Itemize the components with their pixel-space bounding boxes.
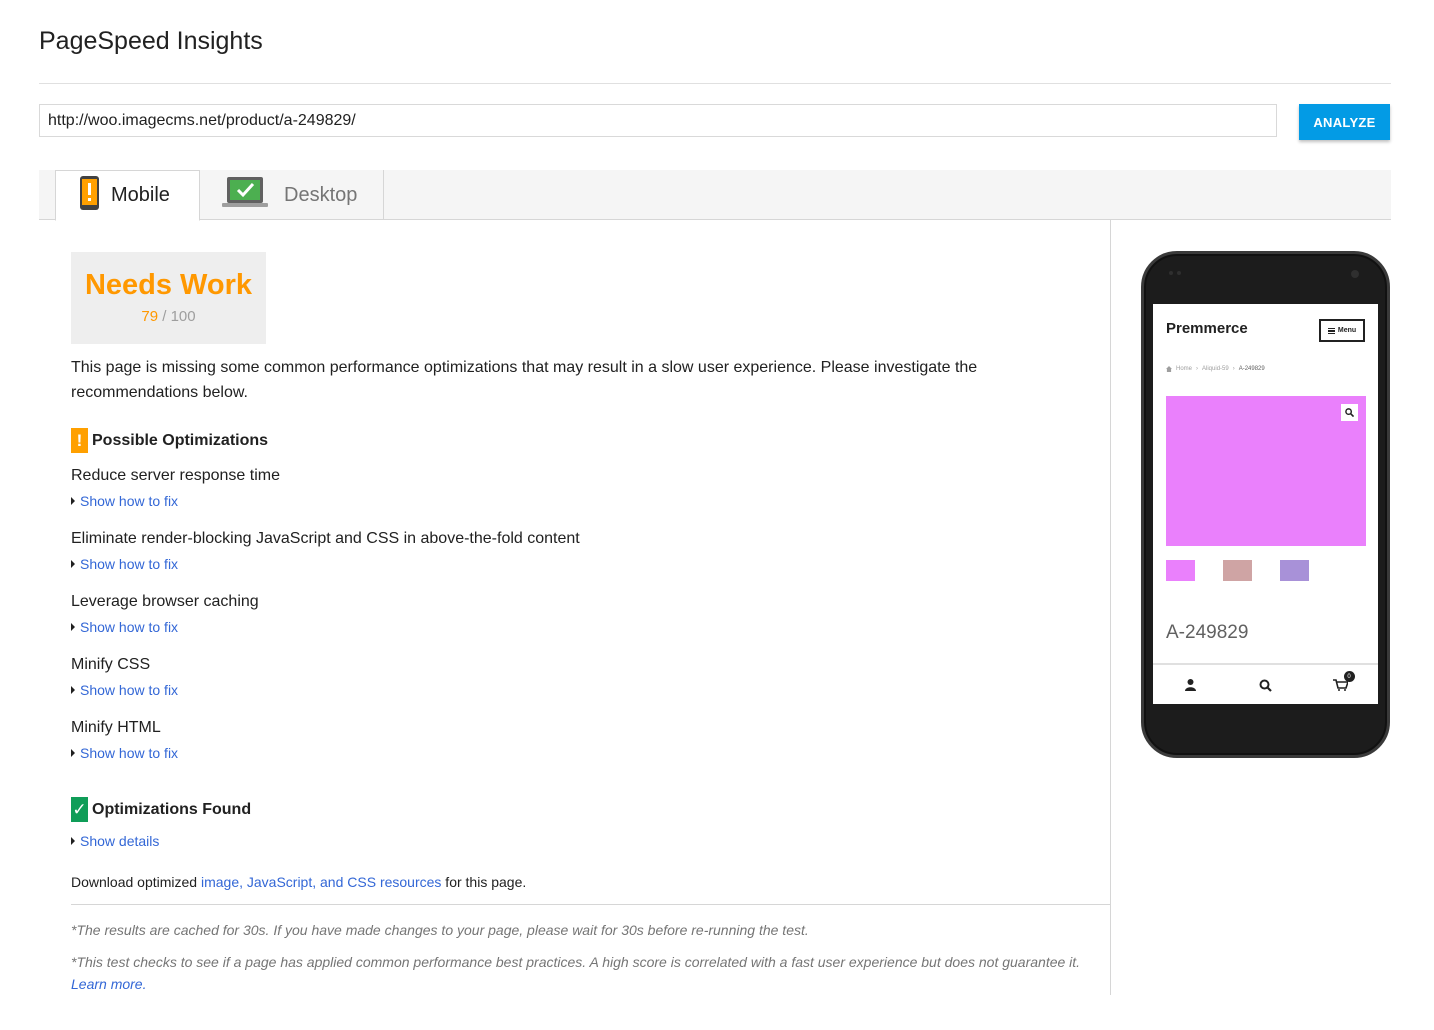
mobile-preview-phone: Premmerce Menu Home › Aliquid-59 › A-24982… <box>1141 251 1390 758</box>
score-value-line: 79 / 100 <box>71 308 266 325</box>
search-icon <box>1256 675 1276 695</box>
score-label: Needs Work <box>84 269 253 301</box>
rule-item: Minify HTML Show how to fix <box>71 719 178 761</box>
preview-thumbnail <box>1166 560 1195 581</box>
show-details-link[interactable]: Show details <box>71 833 159 849</box>
tab-desktop-label: Desktop <box>284 183 358 206</box>
preview-screen: Premmerce Menu Home › Aliquid-59 › A-24982… <box>1153 304 1378 704</box>
show-how-to-fix-link[interactable]: Show how to fix <box>71 556 580 572</box>
preview-divider <box>1153 663 1378 665</box>
check-icon: ✓ <box>71 797 88 822</box>
learn-more-link[interactable]: Learn more. <box>71 976 146 992</box>
show-how-to-fix-link[interactable]: Show how to fix <box>71 682 178 698</box>
home-icon <box>1166 366 1172 372</box>
laptop-check-icon <box>222 176 268 214</box>
optimizations-found-header: ✓ Optimizations Found <box>71 797 251 822</box>
cache-note: *The results are cached for 30s. If you … <box>71 922 809 938</box>
rule-title: Eliminate render-blocking JavaScript and… <box>71 530 580 547</box>
device-tabs: Mobile Desktop <box>39 170 1391 221</box>
cart-count-badge: 0 <box>1343 671 1355 682</box>
speaker-icon <box>1169 271 1181 275</box>
tab-mobile-label: Mobile <box>111 184 170 206</box>
rule-title: Reduce server response time <box>71 467 280 484</box>
preview-menu-button: Menu <box>1319 319 1365 342</box>
column-divider <box>1110 220 1111 995</box>
caret-right-icon <box>71 623 75 631</box>
rule-title: Minify CSS <box>71 656 151 673</box>
preview-bottom-nav: 0 <box>1153 666 1378 704</box>
download-resources-link[interactable]: image, JavaScript, and CSS resources <box>201 874 441 890</box>
page-title: PageSpeed Insights <box>39 27 263 55</box>
menu-icon <box>1327 327 1335 334</box>
tab-desktop[interactable]: Desktop <box>200 170 384 220</box>
preview-thumbnail <box>1280 560 1309 581</box>
caret-right-icon <box>71 749 75 757</box>
tab-mobile[interactable]: Mobile <box>55 170 200 221</box>
possible-optimizations-title: Possible Optimizations <box>92 431 269 449</box>
preview-product-image <box>1166 396 1366 546</box>
score-separator: / <box>162 308 167 325</box>
preview-thumbnail <box>1223 560 1252 581</box>
score-badge: Needs Work 79 / 100 <box>71 252 266 344</box>
analyze-button[interactable]: ANALYZE <box>1299 104 1390 140</box>
warning-icon: ! <box>71 428 88 453</box>
header-divider <box>39 83 1391 84</box>
caret-right-icon <box>71 560 75 568</box>
camera-icon <box>1351 270 1359 278</box>
cart-icon: 0 <box>1331 671 1355 695</box>
show-details-row: Show details <box>71 825 159 849</box>
test-note: *This test checks to see if a page has a… <box>71 954 1081 992</box>
score-max: 100 <box>170 308 196 325</box>
rule-item: Reduce server response time Show how to … <box>71 467 280 509</box>
caret-right-icon <box>71 497 75 505</box>
caret-right-icon <box>71 686 75 694</box>
url-input[interactable] <box>39 104 1277 137</box>
rule-item: Eliminate render-blocking JavaScript and… <box>71 530 580 572</box>
summary-text: This page is missing some common perform… <box>71 359 978 401</box>
footer-divider <box>71 904 1110 905</box>
rule-item: Leverage browser caching Show how to fix <box>71 593 259 635</box>
phone-warning-icon <box>80 176 99 215</box>
show-how-to-fix-link[interactable]: Show how to fix <box>71 745 178 761</box>
download-line: Download optimized image, JavaScript, an… <box>71 874 527 890</box>
zoom-icon <box>1341 404 1358 421</box>
show-how-to-fix-link[interactable]: Show how to fix <box>71 619 259 635</box>
score-value: 79 <box>141 308 159 325</box>
preview-breadcrumb: Home › Aliquid-59 › A-249829 <box>1166 366 1265 372</box>
user-icon <box>1181 675 1201 695</box>
preview-product-name: A-249829 <box>1166 622 1249 643</box>
rule-title: Leverage browser caching <box>71 593 259 610</box>
show-how-to-fix-link[interactable]: Show how to fix <box>71 493 280 509</box>
rule-title: Minify HTML <box>71 719 161 736</box>
possible-optimizations-header: ! Possible Optimizations <box>71 428 268 453</box>
rule-item: Minify CSS Show how to fix <box>71 656 178 698</box>
preview-brand: Premmerce <box>1166 320 1248 337</box>
optimizations-found-title: Optimizations Found <box>92 800 252 818</box>
caret-right-icon <box>71 837 75 845</box>
